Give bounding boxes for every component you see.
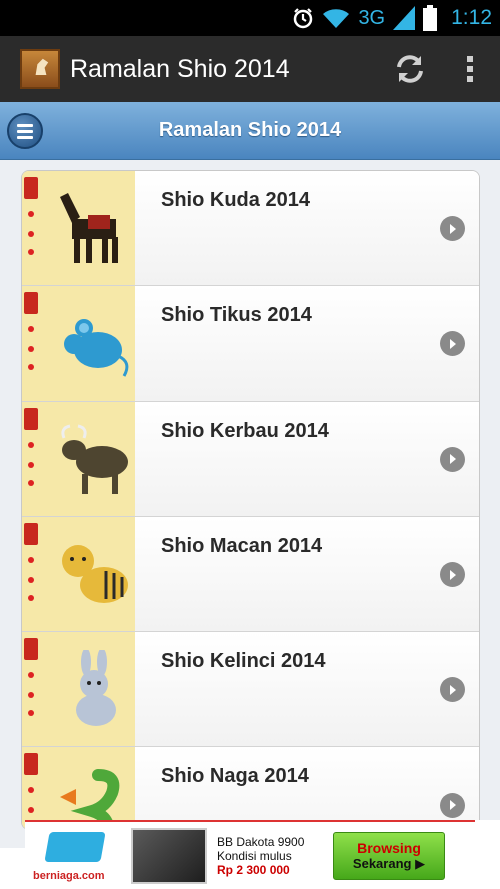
page-header: Ramalan Shio 2014	[0, 102, 500, 160]
signal-icon	[393, 6, 416, 30]
overflow-menu-icon	[467, 56, 473, 82]
ad-banner[interactable]: berniaga.com BB Dakota 9900 Kondisi mulu…	[25, 820, 475, 889]
battery-icon	[423, 5, 438, 31]
ad-line-2: Kondisi mulus	[217, 848, 292, 863]
ox-icon	[22, 401, 135, 516]
rabbit-icon	[22, 632, 135, 747]
refresh-icon	[397, 55, 423, 83]
list-item[interactable]: Shio Kelinci 2014	[22, 632, 479, 748]
list-item-label: Shio Kerbau 2014	[161, 419, 329, 442]
rat-icon	[22, 286, 135, 401]
list-item-label: Shio Kuda 2014	[161, 189, 310, 211]
list-item-label: Shio Tikus 2014	[161, 304, 312, 327]
ad-cta-line-2: Sekarang ▶	[352, 855, 426, 871]
list-item-label: Shio Macan 2014	[161, 534, 323, 557]
phone-image	[131, 827, 207, 884]
page-title: Ramalan Shio 2014	[158, 119, 342, 141]
cart-icon	[44, 831, 106, 862]
alarm-icon	[294, 8, 313, 29]
horse-icon	[22, 171, 135, 286]
list-item[interactable]: Shio Kerbau 2014	[22, 401, 479, 517]
list-item[interactable]: Shio Naga 2014	[22, 747, 479, 829]
ad-logo: berniaga.com	[29, 826, 125, 886]
clock: 1:12	[451, 6, 492, 29]
ad-price: Rp 2 300 000	[217, 862, 290, 877]
dragon-icon	[22, 747, 135, 829]
refresh-button[interactable]	[380, 39, 440, 99]
wifi-icon	[323, 9, 350, 28]
chevron-right-icon	[440, 446, 465, 472]
shio-list: Shio Kuda 2014 Shio Tikus 2014 Shio Kerb…	[21, 170, 480, 830]
ad-spacer-left	[0, 848, 25, 889]
ad-cta-button[interactable]: Browsing Sekarang ▶	[333, 831, 445, 880]
ad-line-1: BB Dakota 9900	[217, 834, 305, 849]
ad-brand: berniaga.com	[33, 869, 105, 882]
ad-cta-line-1: Browsing	[357, 839, 421, 856]
list-item[interactable]: Shio Macan 2014	[22, 516, 479, 633]
app-title: Ramalan Shio 2014	[70, 54, 290, 83]
network-type: 3G	[358, 6, 386, 29]
menu-icon[interactable]	[7, 113, 43, 149]
list-item[interactable]: Shio Tikus 2014	[22, 286, 479, 402]
status-bar: 3G 1:12	[0, 0, 500, 36]
overflow-menu-button[interactable]	[440, 39, 500, 99]
list-item-label: Shio Kelinci 2014	[161, 650, 326, 673]
ad-text: BB Dakota 9900 Kondisi mulus Rp 2 300 00…	[217, 835, 327, 877]
ad-spacer-right	[475, 820, 500, 889]
chevron-right-icon	[440, 792, 465, 818]
chevron-right-icon	[440, 216, 465, 242]
app-logo-icon	[20, 49, 60, 89]
chevron-right-icon	[440, 562, 465, 588]
list-item[interactable]: Shio Kuda 2014	[22, 171, 479, 287]
tiger-icon	[22, 516, 135, 632]
action-bar: Ramalan Shio 2014	[0, 36, 500, 102]
